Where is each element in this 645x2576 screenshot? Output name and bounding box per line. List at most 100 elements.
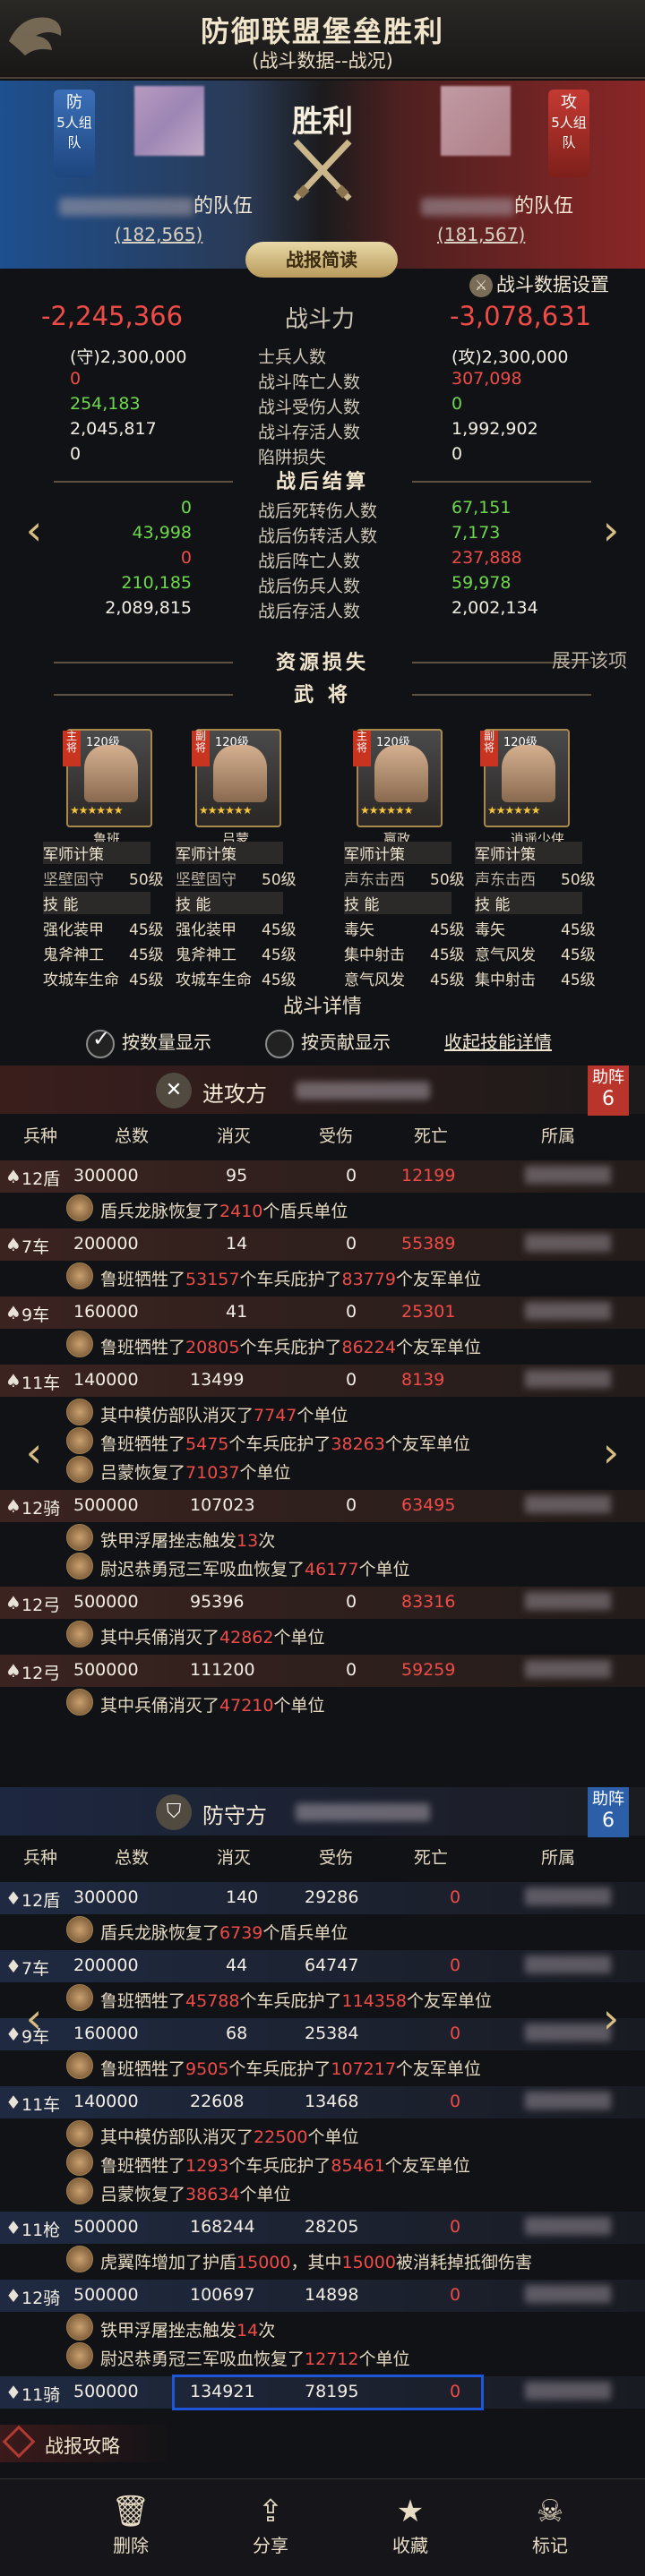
- strategy-header: 军师计策: [475, 842, 582, 864]
- guide-icon: [2, 2425, 36, 2459]
- unit-row[interactable]: ♠ 12弓 500000 95396 0 83316: [0, 1587, 645, 1619]
- unit-row[interactable]: ♦ 11枪 500000 168244 28205 0: [0, 2212, 645, 2244]
- hero-card[interactable]: 主将 120级 ★★★★★★: [63, 729, 152, 827]
- unit-row[interactable]: ♦ 12骑 500000 100697 14898 0: [0, 2280, 645, 2312]
- hero-card[interactable]: 副将 120级 ★★★★★★: [480, 729, 570, 827]
- column-2: 消灭: [217, 1126, 252, 1146]
- strategy-level: 50级: [129, 871, 164, 889]
- effect-part: ，其中: [290, 2253, 342, 2272]
- data-settings-button[interactable]: ⚔ 战斗数据设置: [469, 270, 609, 297]
- effect-text: 鲁班牺牲了5475个车兵庇护了38263个友军单位: [100, 1431, 470, 1455]
- after-right: 7,173: [452, 523, 501, 543]
- skill-level: 45级: [430, 946, 465, 964]
- skill-level: 45级: [561, 921, 596, 939]
- unit-row[interactable]: ♠ 9车 160000 41 0 25301: [0, 1297, 645, 1329]
- effect-part: 13: [236, 1531, 259, 1551]
- prev-arrow-icon[interactable]: ‹: [18, 1424, 50, 1481]
- after-label: 战后阵亡人数: [258, 552, 361, 571]
- unit-row[interactable]: ♦ 7车 200000 44 64747 0: [0, 1950, 645, 1982]
- effect-text: 虎翼阵增加了护盾15000，其中15000被消耗掉抵御伤害: [100, 2249, 532, 2273]
- tab-label: 标记: [532, 2535, 568, 2556]
- skill-level: 45级: [561, 971, 596, 989]
- stat-right: (攻)2,300,000: [452, 347, 569, 367]
- unit-row[interactable]: ♦ 9车 160000 68 25384 0: [0, 2018, 645, 2050]
- tab-0[interactable]: 🗑 删除: [86, 2492, 176, 2557]
- stat-row: 0 战斗阵亡人数 307,098: [0, 369, 645, 394]
- unit-row[interactable]: ♦ 11车 140000 22608 13468 0: [0, 2086, 645, 2118]
- unit-type: 11车: [22, 1374, 61, 1393]
- help-badge[interactable]: 助阵 6: [588, 1787, 629, 1837]
- left-power[interactable]: (182,565): [115, 224, 202, 245]
- unit-row[interactable]: ♦ 12盾 300000 140 29286 0: [0, 1882, 645, 1914]
- hero-card[interactable]: 主将 120级 ★★★★★★: [353, 729, 443, 827]
- effect-part: 83779: [341, 1270, 396, 1289]
- tab-2[interactable]: ★ 收藏: [366, 2492, 455, 2557]
- help-badge[interactable]: 助阵 6: [588, 1065, 629, 1116]
- collapse-skill-link[interactable]: 收起技能详情: [444, 1028, 552, 1054]
- unit-type: 12骑: [22, 2289, 61, 2308]
- unit-row[interactable]: ♦ 11骑 500000 134921 78195 0: [0, 2375, 645, 2410]
- prev-arrow-icon[interactable]: ‹: [18, 1990, 50, 2047]
- skill-name: 意气风发: [344, 971, 405, 989]
- effect-part: 其中模仿部队消灭了: [100, 1406, 254, 1425]
- right-power[interactable]: (181,567): [437, 224, 525, 245]
- next-arrow-icon[interactable]: ›: [595, 501, 627, 559]
- unit-row[interactable]: ♠ 12弓 500000 111200 0 59259: [0, 1655, 645, 1687]
- after-label: 战后存活人数: [258, 602, 361, 621]
- stat-label: 陷阱损失: [258, 448, 327, 467]
- effect-part: 15000: [236, 2253, 291, 2272]
- unit-death: 0: [450, 2217, 461, 2237]
- effect-text: 鲁班牺牲了45788个车兵庇护了114358个友军单位: [100, 1988, 492, 2012]
- tab-label: 收藏: [392, 2535, 428, 2556]
- unit-row[interactable]: ♠ 12骑 500000 107023 0 63495: [0, 1490, 645, 1522]
- help-count: 6: [602, 1810, 615, 1832]
- effect-part: 吕蒙恢复了: [100, 1463, 186, 1483]
- attack-emblem-icon: ✕: [156, 1073, 192, 1108]
- tab-1[interactable]: ⇪ 分享: [226, 2492, 315, 2557]
- effect-part: 个单位: [358, 1560, 410, 1579]
- next-arrow-icon[interactable]: ›: [595, 1990, 627, 2047]
- side-name-blur: [296, 1803, 430, 1821]
- expand-button[interactable]: 展开该项: [552, 646, 627, 673]
- prev-arrow-icon[interactable]: ‹: [18, 501, 50, 559]
- unit-row[interactable]: ♠ 11车 140000 13499 0 8139: [0, 1365, 645, 1397]
- effect-part: 次: [258, 1531, 276, 1551]
- skill-header: 技 能: [43, 892, 150, 914]
- effect-part: 个车兵庇护了: [239, 1270, 342, 1289]
- defend-emblem-icon: ⛉: [156, 1794, 192, 1830]
- effect-avatar-icon: [66, 2342, 93, 2369]
- column-0: 兵种: [23, 1848, 58, 1868]
- stat-right: 0: [452, 394, 463, 414]
- effect-text: 铁甲浮屠挫志触发13次: [100, 1528, 275, 1552]
- after-left: 2,089,815: [105, 598, 192, 618]
- stat-row: (守)2,300,000 士兵人数 (攻)2,300,000: [0, 344, 645, 369]
- unit-row[interactable]: ♠ 7车 200000 14 0 55389: [0, 1228, 645, 1261]
- skill-name: 鬼斧神工: [176, 946, 236, 964]
- tab-3[interactable]: ☠ 标记: [505, 2492, 595, 2557]
- power-label: 战斗力: [285, 306, 356, 333]
- unit-owner-blur: [525, 1302, 611, 1320]
- unit-row[interactable]: ♠ 12盾 300000 95 0 12199: [0, 1160, 645, 1193]
- unit-total: 300000: [73, 1166, 139, 1185]
- unit-wound: 64747: [305, 1956, 359, 1975]
- highlight-box: [172, 2375, 484, 2410]
- unit-death: 59259: [401, 1660, 456, 1680]
- hero-stars: ★★★★★★: [487, 804, 541, 817]
- report-guide-button[interactable]: 战报攻略: [0, 2425, 179, 2462]
- brief-report-button[interactable]: 战报简读: [245, 242, 398, 278]
- effect-part: 7747: [254, 1406, 297, 1425]
- help-label: 助阵: [592, 1068, 624, 1087]
- left-power-diff: -2,245,366: [41, 301, 184, 331]
- effect-part: 个车兵庇护了: [239, 1991, 342, 2011]
- by-contrib-toggle[interactable]: 按贡献显示: [265, 1028, 391, 1058]
- effect-part: 20805: [185, 1338, 240, 1357]
- unit-owner-blur: [525, 2217, 611, 2235]
- effect-avatar-icon: [66, 2149, 93, 2176]
- by-unit-toggle[interactable]: ✓ 按数量显示: [86, 1026, 211, 1058]
- effect-avatar-icon: [66, 1621, 93, 1647]
- next-arrow-icon[interactable]: ›: [595, 1424, 627, 1481]
- crossed-swords-icon: [293, 139, 352, 201]
- hero-card[interactable]: 副将 120级 ★★★★★★: [192, 729, 281, 827]
- unit-owner-blur: [525, 1370, 611, 1388]
- effect-avatar-icon: [66, 1427, 93, 1454]
